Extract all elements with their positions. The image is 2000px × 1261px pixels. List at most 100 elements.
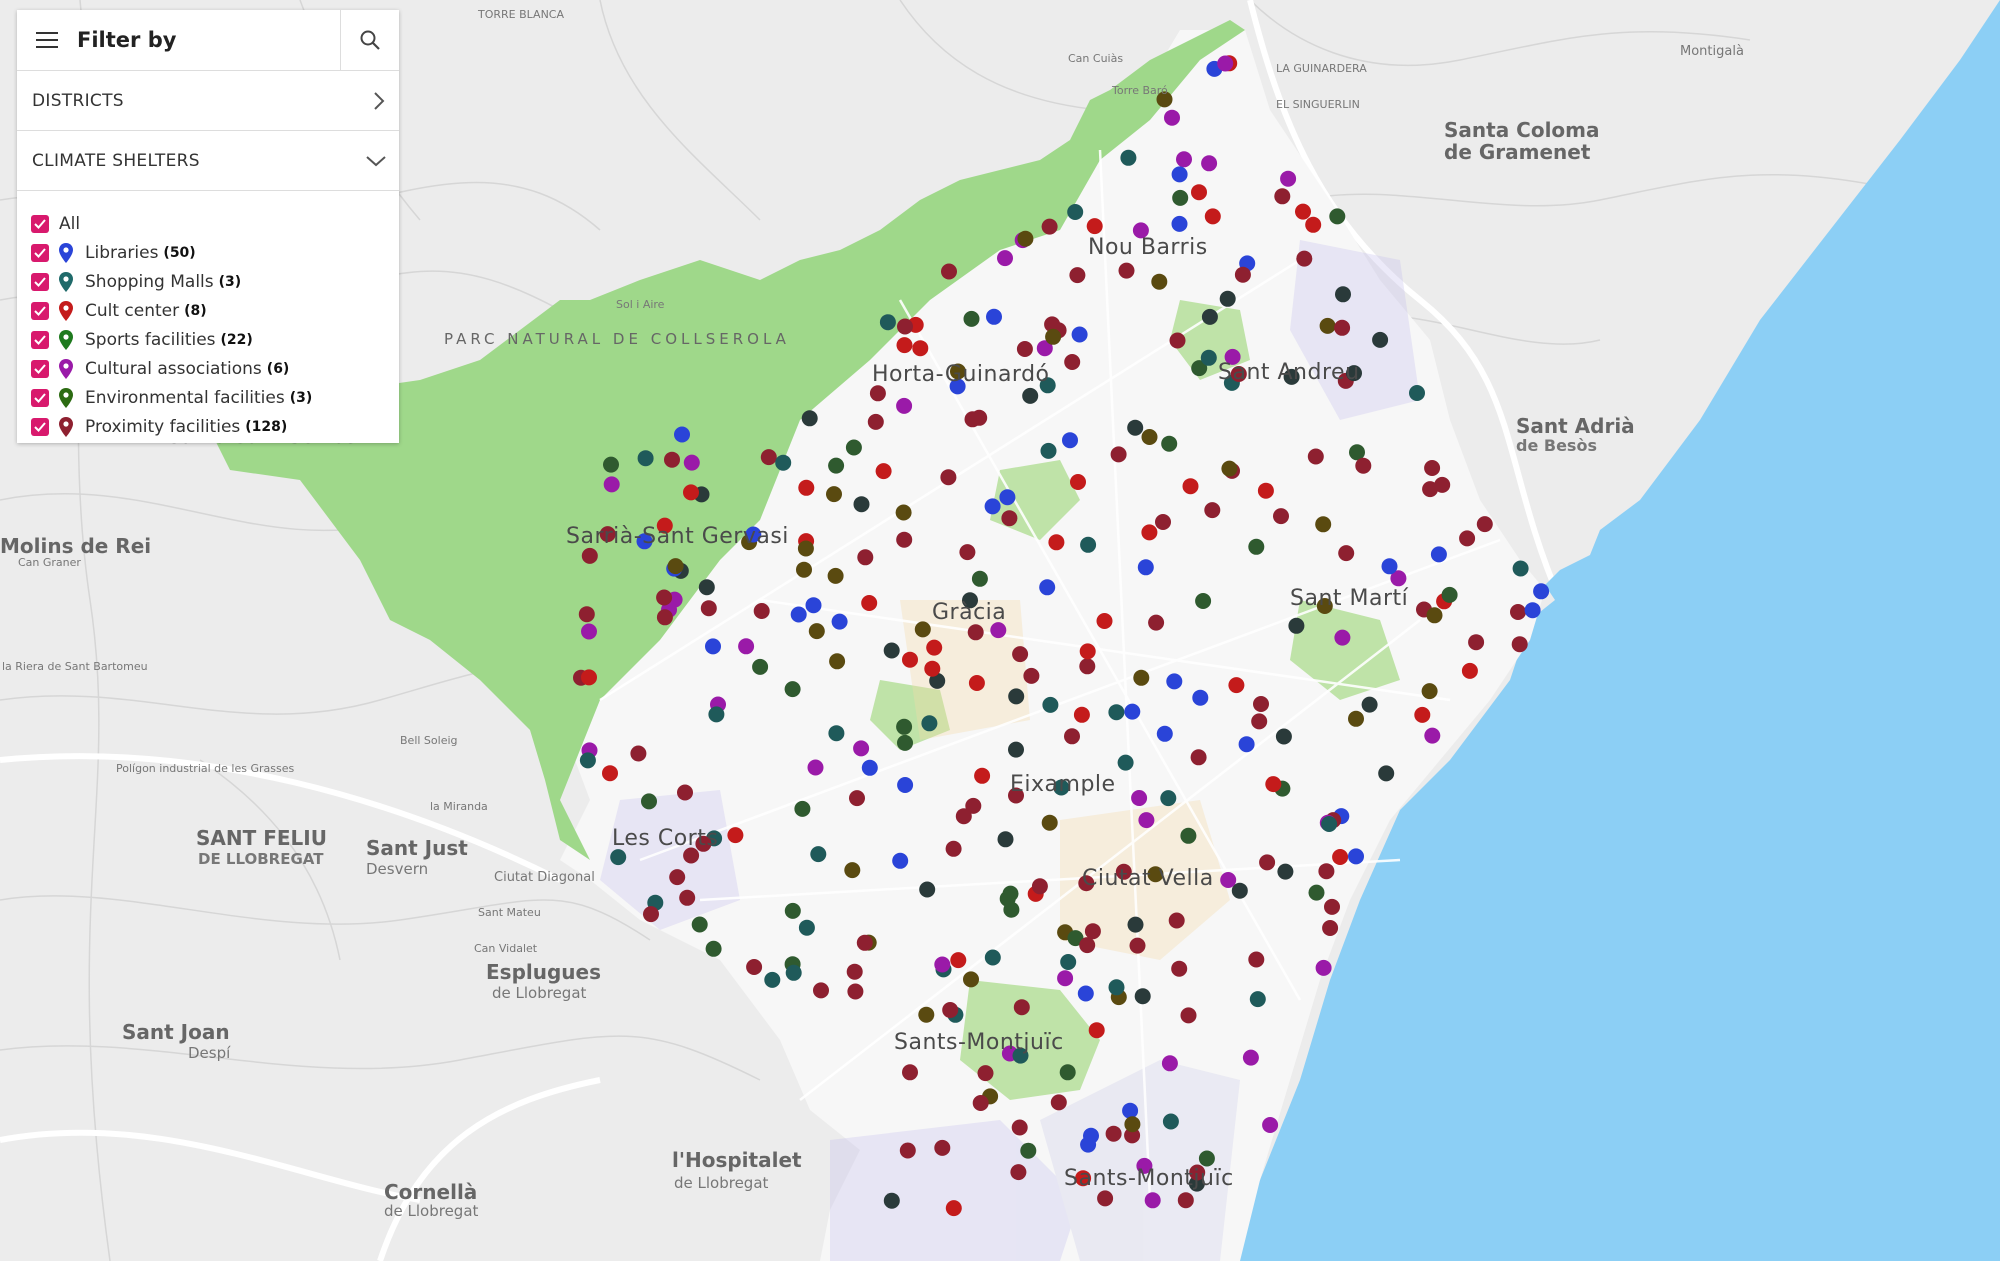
shelter-marker[interactable] <box>1131 790 1148 806</box>
shelter-marker[interactable] <box>1124 703 1141 720</box>
shelter-marker[interactable] <box>902 651 918 668</box>
shelter-marker[interactable] <box>683 484 699 501</box>
search-button[interactable] <box>340 10 399 70</box>
shelter-marker[interactable] <box>941 263 957 280</box>
shelter-marker[interactable] <box>1234 266 1251 283</box>
checkbox-icon[interactable] <box>31 272 49 291</box>
shelter-marker[interactable] <box>959 544 976 561</box>
shelter-marker[interactable] <box>1512 560 1529 577</box>
shelter-marker[interactable] <box>999 890 1016 907</box>
shelter-marker[interactable] <box>945 840 962 857</box>
shelter-marker[interactable] <box>581 547 598 564</box>
shelter-marker[interactable] <box>1012 646 1029 663</box>
shelter-marker[interactable] <box>1524 602 1541 619</box>
shelter-marker[interactable] <box>845 439 862 456</box>
shelter-marker[interactable] <box>1172 189 1189 206</box>
category-item[interactable]: Libraries (50) <box>31 238 399 267</box>
shelter-marker[interactable] <box>844 862 861 879</box>
shelter-marker[interactable] <box>1288 617 1305 634</box>
shelter-marker[interactable] <box>861 595 878 611</box>
shelter-marker[interactable] <box>1062 432 1078 449</box>
category-all[interactable]: All <box>31 209 399 238</box>
shelter-marker[interactable] <box>708 706 725 723</box>
shelter-marker[interactable] <box>1296 250 1313 267</box>
shelter-marker[interactable] <box>602 765 618 782</box>
shelter-marker[interactable] <box>1086 218 1103 235</box>
shelter-marker[interactable] <box>1122 1102 1139 1119</box>
shelter-marker[interactable] <box>897 318 913 335</box>
checkbox-icon[interactable] <box>31 388 49 407</box>
shelter-marker[interactable] <box>984 949 1001 966</box>
menu-icon[interactable] <box>17 10 77 70</box>
shelter-marker[interactable] <box>1117 754 1134 771</box>
shelter-marker[interactable] <box>1191 184 1207 201</box>
shelter-marker[interactable] <box>1171 215 1188 232</box>
shelter-marker[interactable] <box>1097 1190 1114 1207</box>
shelter-marker[interactable] <box>1248 538 1265 555</box>
shelter-marker[interactable] <box>1064 728 1080 745</box>
shelter-marker[interactable] <box>899 1142 916 1159</box>
shelter-marker[interactable] <box>945 1200 962 1217</box>
shelter-marker[interactable] <box>1127 419 1144 436</box>
checkbox-icon[interactable] <box>31 359 49 378</box>
shelter-marker[interactable] <box>853 496 870 513</box>
shelter-marker[interactable] <box>1533 583 1550 600</box>
shelter-marker[interactable] <box>897 734 913 751</box>
shelter-marker[interactable] <box>1335 286 1351 303</box>
shelter-marker[interactable] <box>643 906 659 923</box>
shelter-marker[interactable] <box>1414 706 1431 723</box>
shelter-marker[interactable] <box>1084 923 1101 940</box>
shelter-marker[interactable] <box>1274 188 1291 205</box>
shelter-marker[interactable] <box>1192 689 1209 706</box>
shelter-marker[interactable] <box>1177 1192 1194 1209</box>
shelter-marker[interactable] <box>796 561 812 578</box>
shelter-marker[interactable] <box>1257 482 1274 499</box>
shelter-marker[interactable] <box>1334 629 1351 646</box>
shelter-marker[interactable] <box>1421 683 1438 700</box>
shelter-marker[interactable] <box>912 340 929 357</box>
shelter-marker[interactable] <box>1105 1125 1122 1142</box>
shelter-marker[interactable] <box>1022 387 1039 404</box>
shelter-marker[interactable] <box>972 1095 989 1111</box>
shelter-marker[interactable] <box>1426 607 1443 624</box>
shelter-marker[interactable] <box>1124 1116 1141 1133</box>
shelter-marker[interactable] <box>683 454 700 471</box>
shelter-marker[interactable] <box>896 397 913 414</box>
shelter-marker[interactable] <box>1201 308 1218 325</box>
checkbox-icon[interactable] <box>31 330 49 349</box>
shelter-marker[interactable] <box>984 498 1001 515</box>
shelter-marker[interactable] <box>896 337 913 354</box>
shelter-marker[interactable] <box>752 658 769 675</box>
shelter-marker[interactable] <box>578 606 595 623</box>
districts-row[interactable]: DISTRICTS <box>17 71 399 131</box>
shelter-marker[interactable] <box>1251 713 1268 730</box>
shelter-marker[interactable] <box>807 759 824 776</box>
shelter-marker[interactable] <box>1424 460 1441 476</box>
shelter-marker[interactable] <box>1322 920 1339 936</box>
shelter-marker[interactable] <box>738 638 755 655</box>
checkbox-icon[interactable] <box>31 301 49 320</box>
shelter-marker[interactable] <box>965 797 982 814</box>
shelter-marker[interactable] <box>999 489 1016 506</box>
shelter-marker[interactable] <box>942 1002 959 1018</box>
shelter-marker[interactable] <box>1151 273 1168 290</box>
shelter-marker[interactable] <box>1511 636 1528 653</box>
shelter-marker[interactable] <box>1144 1192 1161 1209</box>
shelter-marker[interactable] <box>1041 814 1058 831</box>
shelter-marker[interactable] <box>805 597 822 614</box>
shelter-marker[interactable] <box>849 790 865 807</box>
shelter-marker[interactable] <box>1201 155 1218 172</box>
shelter-marker[interactable] <box>1138 812 1155 829</box>
shelter-marker[interactable] <box>853 740 870 757</box>
shelter-marker[interactable] <box>847 983 864 1000</box>
category-item[interactable]: Shopping Malls (3) <box>31 267 399 296</box>
shelter-marker[interactable] <box>1180 827 1197 844</box>
shelter-marker[interactable] <box>581 669 597 686</box>
shelter-marker[interactable] <box>934 1139 951 1156</box>
shelter-marker[interactable] <box>705 638 721 655</box>
shelter-marker[interactable] <box>1409 385 1425 401</box>
shelter-marker[interactable] <box>1008 741 1024 758</box>
shelter-marker[interactable] <box>1096 613 1113 629</box>
shelter-marker[interactable] <box>1361 696 1378 713</box>
shelter-marker[interactable] <box>1295 203 1311 220</box>
